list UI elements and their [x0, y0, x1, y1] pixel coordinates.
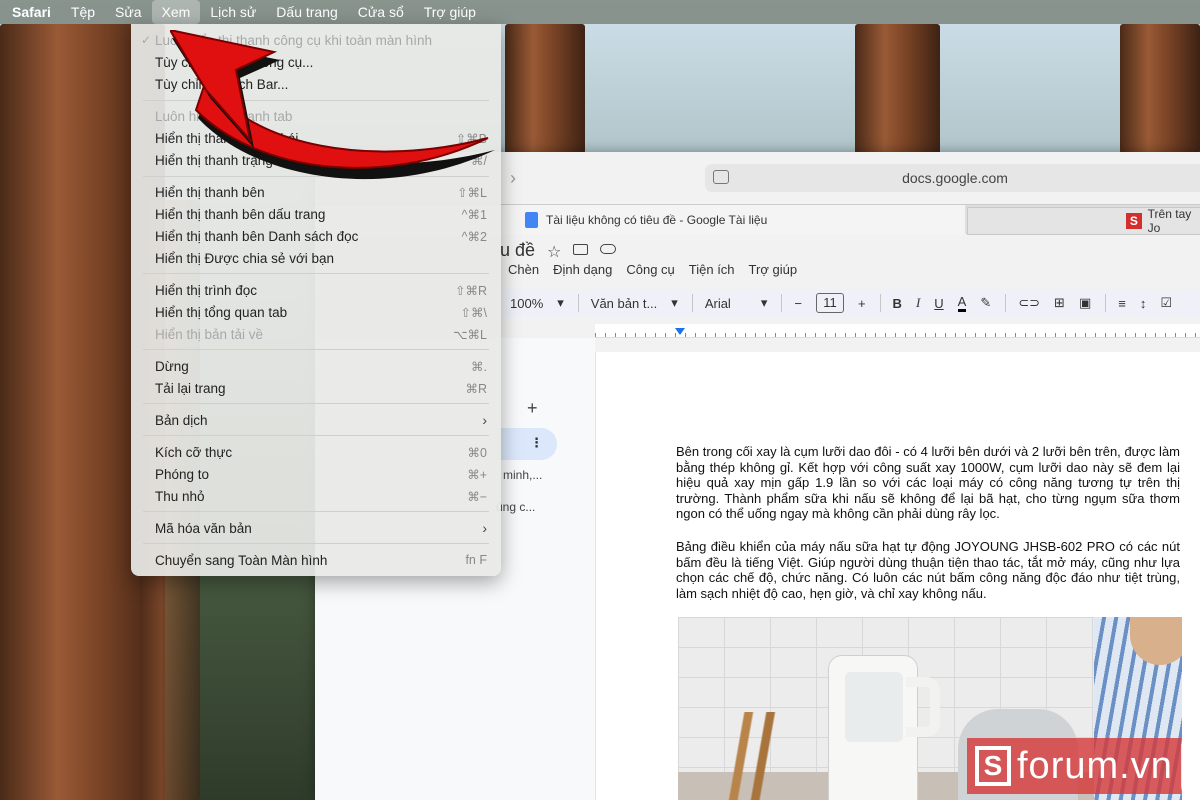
- menubar: Safari Tệp Sửa Xem Lịch sử Dấu trang Cửa…: [0, 0, 1200, 24]
- image-icon[interactable]: ▣: [1079, 295, 1091, 311]
- chevron-right-icon: ›: [482, 520, 487, 536]
- cloud-status-icon[interactable]: [600, 244, 616, 254]
- menubar-edit[interactable]: Sửa: [105, 0, 152, 24]
- menu-item-shared-with-you[interactable]: Hiển thị Được chia sẻ với bạn: [131, 247, 501, 269]
- document-title[interactable]: u đề: [500, 240, 535, 261]
- menu-item-enter-fullscreen[interactable]: Chuyển sang Toàn Màn hình fn F: [131, 549, 501, 571]
- forward-chevron-icon[interactable]: ›: [510, 168, 516, 189]
- blender-handle: [906, 677, 940, 737]
- sforum-favicon-icon: S: [1126, 213, 1142, 229]
- line-spacing-icon[interactable]: ↕: [1140, 296, 1147, 311]
- zoom-select[interactable]: 100%: [510, 296, 543, 311]
- checkmark-icon: ✓: [141, 33, 152, 47]
- checklist-icon[interactable]: ☑: [1160, 295, 1172, 311]
- tree-trunk-right-1: [505, 24, 585, 154]
- outline-heading[interactable]: ùng c...: [496, 500, 535, 514]
- move-folder-icon[interactable]: [573, 244, 588, 255]
- link-icon[interactable]: ⊂⊃: [1018, 295, 1040, 311]
- menu-separator: [143, 403, 489, 404]
- blender-jar: [845, 672, 903, 742]
- google-docs-icon: [525, 212, 538, 228]
- page-menu-icon[interactable]: [713, 170, 729, 184]
- docs-menu-help[interactable]: Trợ giúp: [749, 262, 798, 277]
- toolbar-divider: [879, 294, 881, 312]
- docs-menu-tools[interactable]: Công cụ: [626, 262, 674, 277]
- document-page[interactable]: Bên trong cối xay là cụm lưỡi dao đôi - …: [595, 352, 1200, 800]
- tab-title: Tài liệu không có tiêu đề - Google Tài l…: [546, 213, 768, 227]
- tree-trunk-right-2: [855, 24, 940, 154]
- chevron-down-icon[interactable]: ▾: [671, 295, 678, 311]
- menu-item-text-encoding[interactable]: Mã hóa văn bản ›: [131, 517, 501, 539]
- more-vert-icon[interactable]: ⋮: [530, 435, 543, 451]
- tab-sforum[interactable]: S Trên tay Jo: [967, 207, 1200, 235]
- menu-item-translation[interactable]: Bản dịch ›: [131, 409, 501, 431]
- tree-trunk-right-3: [1120, 24, 1200, 154]
- chevron-right-icon: ›: [482, 412, 487, 428]
- menu-separator: [143, 511, 489, 512]
- align-icon[interactable]: ≡: [1118, 296, 1126, 311]
- increase-font-icon[interactable]: +: [858, 296, 866, 311]
- menu-item-show-downloads[interactable]: Hiển thị bản tải về ⌥⌘L: [131, 323, 501, 345]
- menu-item-actual-size[interactable]: Kích cỡ thực ⌘0: [131, 441, 501, 463]
- menu-item-zoom-out[interactable]: Thu nhỏ ⌘−: [131, 485, 501, 507]
- menu-separator: [143, 273, 489, 274]
- address-url: docs.google.com: [902, 170, 1008, 186]
- annotation-arrow-icon: [170, 30, 495, 180]
- font-select[interactable]: Arial: [705, 296, 731, 311]
- wooden-spoons: [726, 712, 796, 800]
- add-tab-icon[interactable]: +: [527, 398, 538, 419]
- toolbar-divider: [1005, 294, 1007, 312]
- docs-menubar: Chèn Định dạng Công cụ Tiện ích Trợ giúp: [508, 262, 811, 277]
- toolbar-divider: [577, 294, 579, 312]
- toolbar-divider: [1105, 294, 1107, 312]
- menubar-view[interactable]: Xem: [151, 0, 201, 24]
- menu-item-reload[interactable]: Tải lại trang ⌘R: [131, 377, 501, 399]
- highlight-pen-icon[interactable]: ✎: [980, 295, 991, 311]
- docs-menu-extensions[interactable]: Tiện ích: [689, 262, 735, 277]
- menu-item-stop[interactable]: Dừng ⌘.: [131, 355, 501, 377]
- menubar-window[interactable]: Cửa sổ: [348, 0, 414, 24]
- menu-item-zoom-in[interactable]: Phóng to ⌘+: [131, 463, 501, 485]
- menubar-history[interactable]: Lịch sử: [200, 0, 266, 24]
- menu-separator: [143, 349, 489, 350]
- menu-separator: [143, 435, 489, 436]
- comment-icon[interactable]: ⊞: [1054, 295, 1065, 311]
- chevron-down-icon[interactable]: ▾: [557, 295, 564, 311]
- docs-menu-format[interactable]: Định dạng: [553, 262, 612, 277]
- paragraph-2: Bảng điều khiển của máy nấu sữa hạt tự đ…: [676, 539, 1180, 601]
- toolbar-divider: [781, 294, 783, 312]
- text-color-button[interactable]: A: [957, 294, 967, 312]
- underline-button[interactable]: U: [934, 296, 943, 311]
- menubar-help[interactable]: Trợ giúp: [414, 0, 486, 24]
- star-icon[interactable]: ☆: [547, 242, 561, 262]
- menubar-file[interactable]: Tệp: [61, 0, 105, 24]
- font-size-input[interactable]: 11: [815, 293, 844, 313]
- ruler[interactable]: [595, 324, 1200, 338]
- decrease-font-icon[interactable]: −: [794, 296, 802, 311]
- menubar-bookmarks[interactable]: Dấu trang: [266, 0, 347, 24]
- toolbar-divider: [691, 294, 693, 312]
- menu-item-show-reader[interactable]: Hiển thị trình đọc ⇧⌘R: [131, 279, 501, 301]
- paragraph-1: Bên trong cối xay là cụm lưỡi dao đôi - …: [676, 444, 1180, 521]
- tab-title: Trên tay Jo: [1147, 207, 1192, 235]
- menu-separator: [143, 543, 489, 544]
- address-bar[interactable]: docs.google.com: [705, 164, 1200, 192]
- bold-button[interactable]: B: [893, 296, 902, 311]
- sforum-logo-icon: S: [975, 746, 1011, 786]
- docs-menu-insert[interactable]: Chèn: [508, 262, 539, 277]
- italic-button[interactable]: I: [916, 295, 920, 311]
- chevron-down-icon[interactable]: ▾: [761, 295, 768, 311]
- sforum-text: forum.vn: [1017, 744, 1173, 787]
- outline-heading[interactable]: minh,...: [503, 468, 542, 482]
- sforum-watermark: S forum.vn: [967, 738, 1181, 794]
- menubar-app-safari[interactable]: Safari: [0, 0, 61, 24]
- outline-selected-item[interactable]: [495, 428, 557, 460]
- blender: [828, 655, 918, 800]
- indent-marker-icon[interactable]: [675, 328, 685, 335]
- style-select[interactable]: Văn bản t...: [591, 296, 658, 311]
- menu-item-show-reading-list[interactable]: Hiển thị thanh bên Danh sách đọc ^⌘2: [131, 225, 501, 247]
- menu-item-tab-overview[interactable]: Hiển thị tổng quan tab ⇧⌘\: [131, 301, 501, 323]
